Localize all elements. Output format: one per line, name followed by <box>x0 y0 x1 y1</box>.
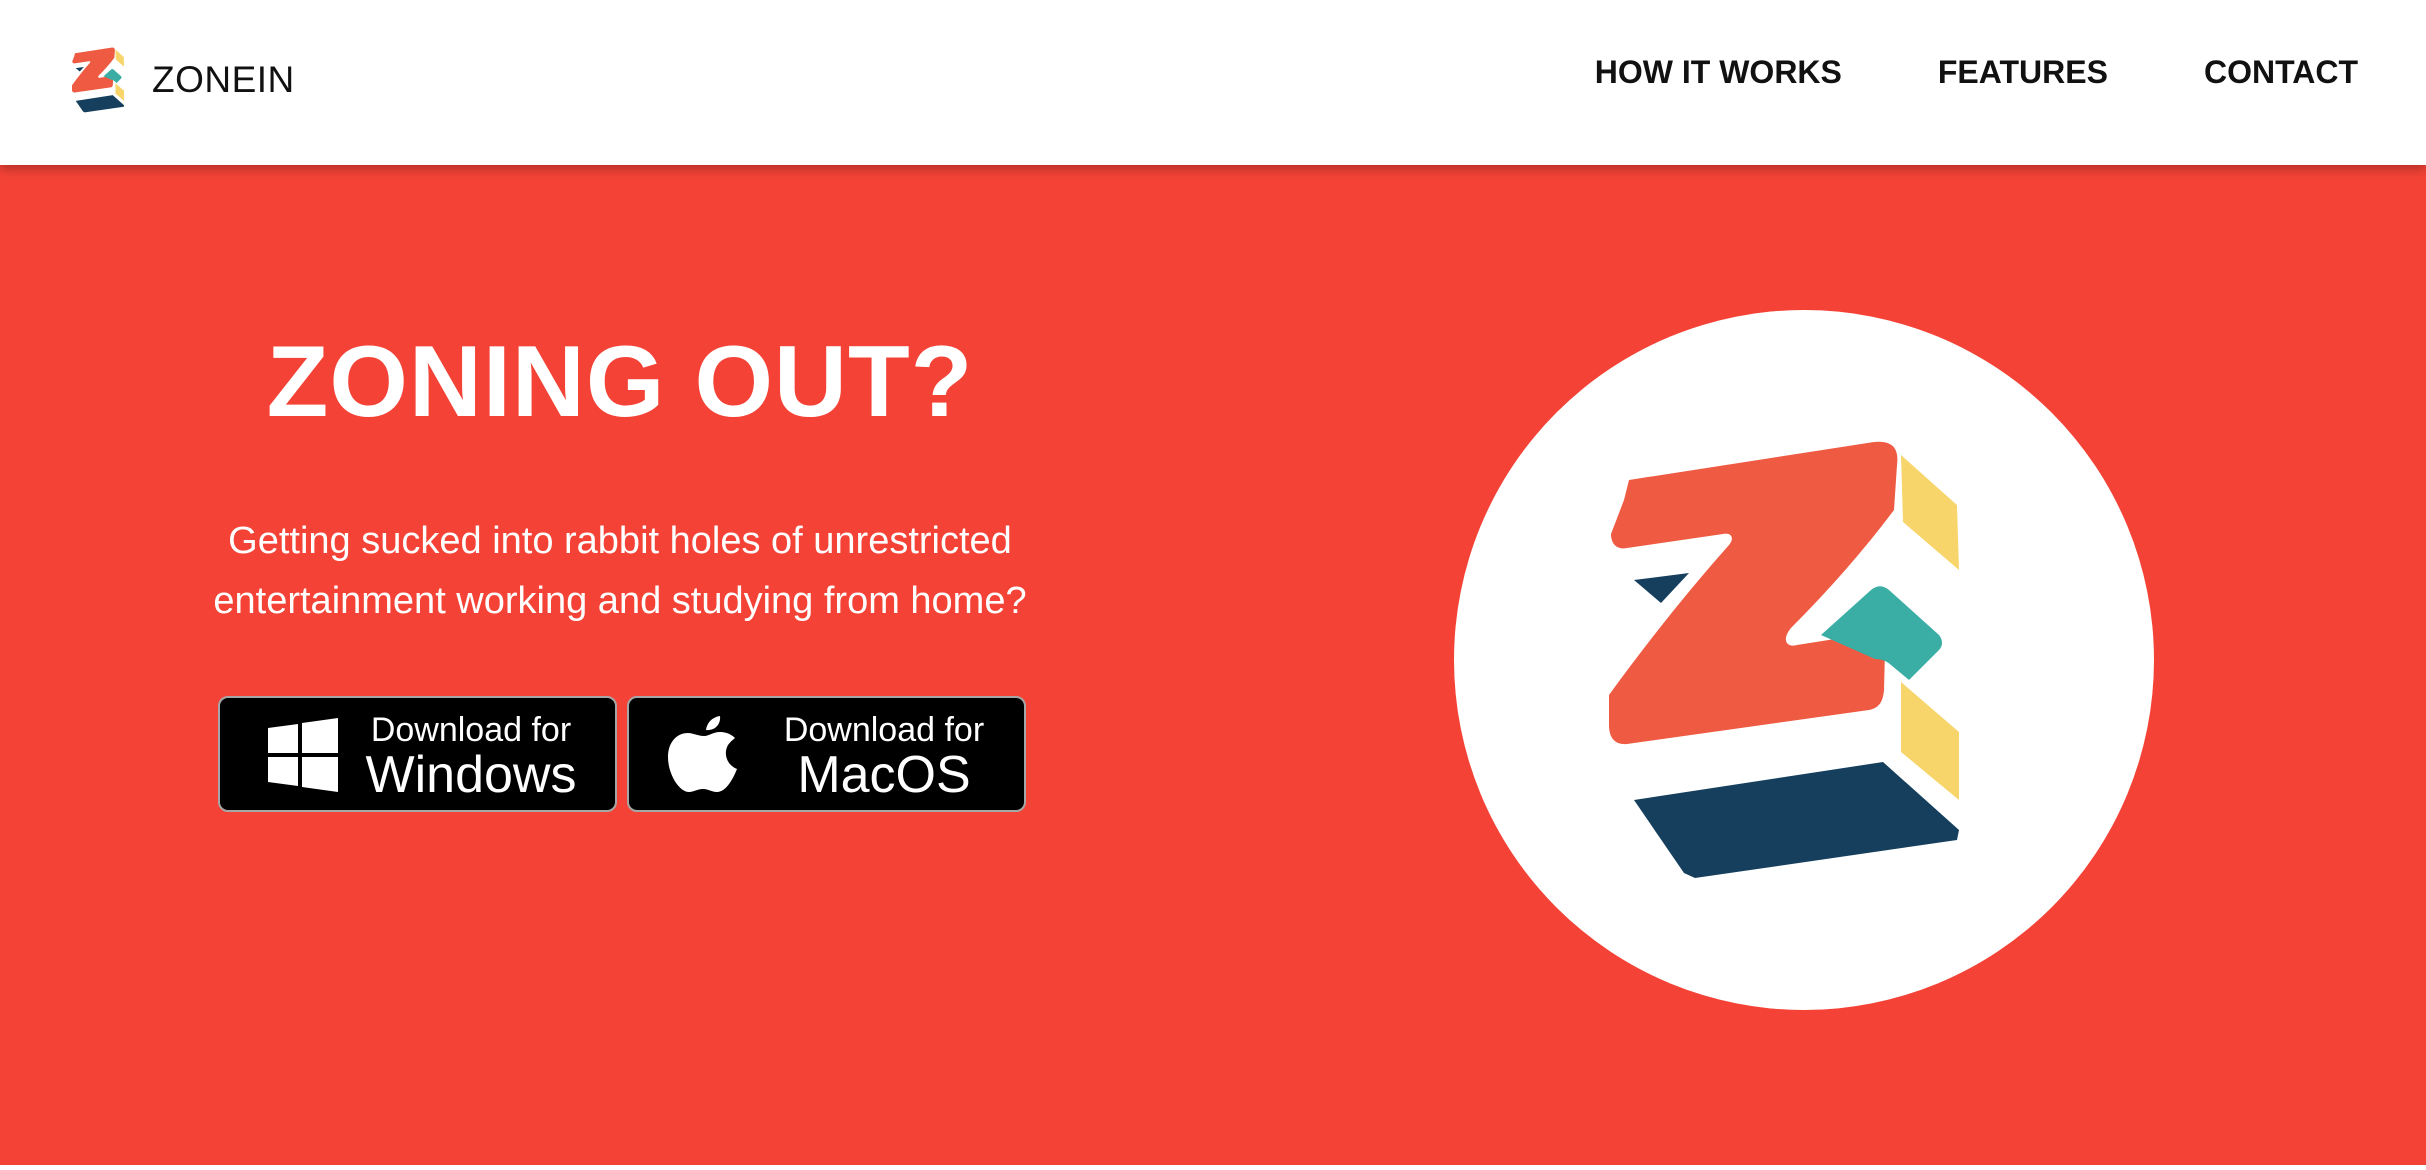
zonein-hero-logo-icon <box>1609 441 1959 878</box>
hero-title: ZONING OUT? <box>266 326 974 438</box>
nav-link-features[interactable]: FEATURES <box>1938 54 2108 91</box>
nav-link-contact[interactable]: CONTACT <box>2204 54 2358 91</box>
nav-link-how-it-works[interactable]: HOW IT WORKS <box>1595 54 1842 91</box>
download-macos-line-2: MacOS <box>797 746 971 804</box>
zonein-logo-icon <box>72 47 125 113</box>
windows-icon <box>268 718 338 792</box>
site-header: ZONEIN HOW IT WORKS FEATURES CONTACT <box>0 0 2426 165</box>
download-macos-text: Download for MacOS <box>759 712 1009 802</box>
hero-subtitle: Getting sucked into rabbit holes of unre… <box>120 511 1120 631</box>
hero-subtitle-line-2: entertainment working and studying from … <box>213 580 1027 622</box>
brand-name: ZONEIN <box>152 59 295 100</box>
download-windows-line-2: Windows <box>365 746 577 804</box>
page-bottom-divider <box>0 1165 2426 1170</box>
download-macos-line-1: Download for <box>783 711 985 749</box>
apple-icon <box>668 716 737 792</box>
main-nav: HOW IT WORKS FEATURES CONTACT <box>1595 54 2358 91</box>
download-windows-line-1: Download for <box>370 711 572 749</box>
brand-home-link[interactable]: ZONEIN <box>72 45 295 115</box>
download-macos-button[interactable]: Download for MacOS <box>627 696 1026 812</box>
download-windows-button[interactable]: Download for Windows <box>218 696 617 812</box>
hero-logo-circle <box>1454 310 2154 1010</box>
hero-section: ZONING OUT? Getting sucked into rabbit h… <box>0 165 2426 1165</box>
hero-subtitle-line-1: Getting sucked into rabbit holes of unre… <box>228 520 1012 562</box>
download-windows-text: Download for Windows <box>356 712 586 802</box>
